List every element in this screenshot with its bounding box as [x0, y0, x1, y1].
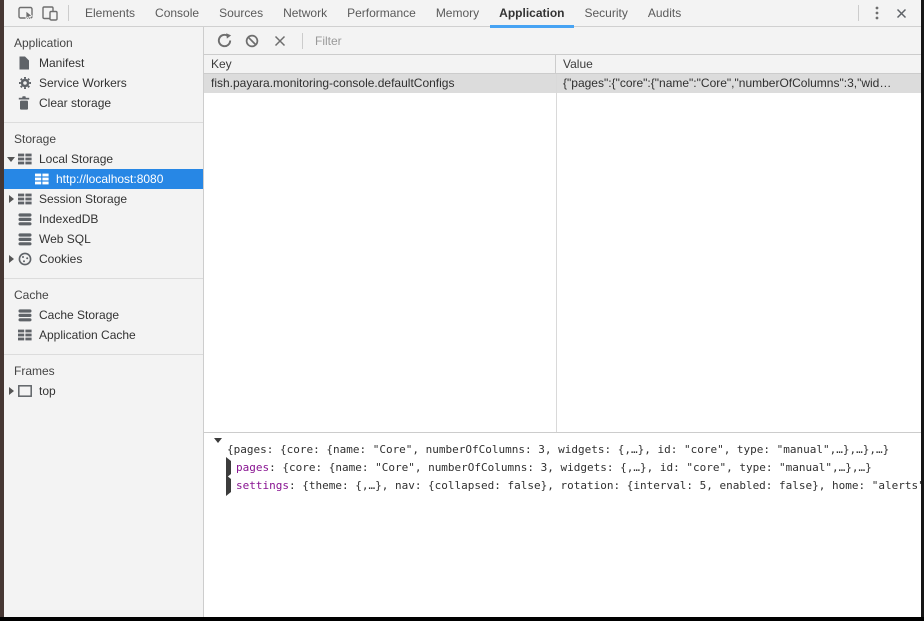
section-header-frames: Frames [4, 355, 203, 381]
cookie-icon [18, 252, 33, 266]
expanded-arrow-icon[interactable] [214, 443, 222, 456]
expand-arrow-icon[interactable] [4, 255, 18, 263]
preview-text: : {core: {name: "Core", numberOfColumns:… [269, 461, 872, 474]
kebab-menu-icon[interactable] [865, 2, 889, 24]
sidebar-item-label: Web SQL [39, 232, 91, 246]
section-header-application: Application [4, 27, 203, 53]
database-icon [18, 308, 33, 322]
sidebar-item-localhost-8080[interactable]: http://localhost:8080 [4, 169, 203, 189]
expand-arrow-icon[interactable] [4, 157, 18, 162]
sidebar-item-cookies[interactable]: Cookies [4, 249, 203, 269]
preview-root-line[interactable]: {pages: {core: {name: "Core", numberOfCo… [214, 440, 921, 458]
preview-settings-line[interactable]: settings : {theme: {,…}, nav: {collapsed… [214, 476, 921, 494]
table-grid-icon [18, 152, 33, 166]
inspect-icon[interactable] [14, 2, 38, 24]
tab-sources[interactable]: Sources [209, 0, 273, 27]
sidebar-item-label: Cookies [39, 252, 82, 266]
tab-security[interactable]: Security [575, 0, 638, 27]
table-grid-icon [18, 328, 33, 342]
application-panel: Application Manifest [4, 27, 921, 617]
close-icon[interactable] [889, 2, 913, 24]
preview-key: settings [236, 479, 289, 492]
block-icon[interactable] [240, 29, 264, 53]
column-header-value[interactable]: Value [556, 55, 921, 73]
table-grid-icon [35, 172, 50, 186]
sidebar-item-label: IndexedDB [39, 212, 98, 226]
tab-application[interactable]: Application [489, 0, 574, 27]
trash-icon [18, 96, 33, 110]
tab-audits[interactable]: Audits [638, 0, 691, 27]
sidebar-item-local-storage[interactable]: Local Storage [4, 149, 203, 169]
sidebar-item-label: http://localhost:8080 [56, 172, 163, 186]
filter-input[interactable] [309, 29, 917, 53]
section-header-cache: Cache [4, 279, 203, 305]
device-toolbar-icon[interactable] [38, 2, 62, 24]
collapsed-arrow-icon[interactable] [226, 461, 231, 474]
preview-key: pages [236, 461, 269, 474]
tabbar-separator [68, 5, 69, 21]
sidebar-item-service-workers[interactable]: Service Workers [4, 73, 203, 93]
column-divider[interactable] [556, 74, 557, 432]
frame-icon [18, 384, 33, 398]
refresh-icon[interactable] [212, 29, 236, 53]
sidebar-item-indexeddb[interactable]: IndexedDB [4, 209, 203, 229]
tabbar-right-separator [858, 5, 859, 21]
sidebar-item-clear-storage[interactable]: Clear storage [4, 93, 203, 113]
preview-pages-line[interactable]: pages : {core: {name: "Core", numberOfCo… [214, 458, 921, 476]
value-preview-pane: {pages: {core: {name: "Core", numberOfCo… [204, 432, 921, 617]
database-icon [18, 212, 33, 226]
storage-table-header: Key Value [204, 55, 921, 74]
devtools-window: Elements Console Sources Network Perform… [0, 0, 924, 621]
sidebar-item-label: Session Storage [39, 192, 127, 206]
application-sidebar: Application Manifest [4, 27, 204, 617]
preview-text: : {theme: {,…}, nav: {collapsed: false},… [289, 479, 921, 492]
sidebar-item-application-cache[interactable]: Application Cache [4, 325, 203, 345]
gear-icon [18, 76, 33, 90]
sidebar-item-label: Clear storage [39, 96, 111, 110]
expand-arrow-icon[interactable] [4, 195, 18, 203]
sidebar-item-label: Local Storage [39, 152, 113, 166]
column-header-key[interactable]: Key [204, 55, 556, 73]
preview-text: {pages: {core: {name: "Core", numberOfCo… [227, 443, 889, 456]
sidebar-item-session-storage[interactable]: Session Storage [4, 189, 203, 209]
local-storage-pane: Key Value fish.payara.monitoring-console… [204, 27, 921, 617]
section-header-storage: Storage [4, 123, 203, 149]
sidebar-item-label: Manifest [39, 56, 84, 70]
manifest-file-icon [18, 56, 33, 70]
tab-performance[interactable]: Performance [337, 0, 426, 27]
row-key-cell: fish.payara.monitoring-console.defaultCo… [204, 74, 556, 93]
table-grid-icon [18, 192, 33, 206]
tab-memory[interactable]: Memory [426, 0, 489, 27]
tab-console[interactable]: Console [145, 0, 209, 27]
sidebar-item-label: Cache Storage [39, 308, 119, 322]
devtools-tabbar: Elements Console Sources Network Perform… [4, 0, 921, 27]
expand-arrow-icon[interactable] [4, 387, 18, 395]
sidebar-item-label: top [39, 384, 56, 398]
devtools-app: Elements Console Sources Network Perform… [4, 0, 921, 617]
collapsed-arrow-icon[interactable] [226, 479, 231, 492]
row-value-cell: {"pages":{"core":{"name":"Core","numberO… [556, 74, 921, 93]
tab-elements[interactable]: Elements [75, 0, 145, 27]
window-edge-bottom [0, 617, 924, 621]
database-icon [18, 232, 33, 246]
sidebar-item-manifest[interactable]: Manifest [4, 53, 203, 73]
toolbar-separator [302, 33, 303, 49]
sidebar-item-cache-storage[interactable]: Cache Storage [4, 305, 203, 325]
sidebar-item-web-sql[interactable]: Web SQL [4, 229, 203, 249]
table-row[interactable]: fish.payara.monitoring-console.defaultCo… [204, 74, 921, 93]
storage-table-body: fish.payara.monitoring-console.defaultCo… [204, 74, 921, 432]
sidebar-item-top-frame[interactable]: top [4, 381, 203, 401]
clear-x-icon[interactable] [268, 29, 292, 53]
tab-network[interactable]: Network [273, 0, 337, 27]
sidebar-item-label: Application Cache [39, 328, 136, 342]
storage-toolbar [204, 27, 921, 55]
sidebar-item-label: Service Workers [39, 76, 127, 90]
